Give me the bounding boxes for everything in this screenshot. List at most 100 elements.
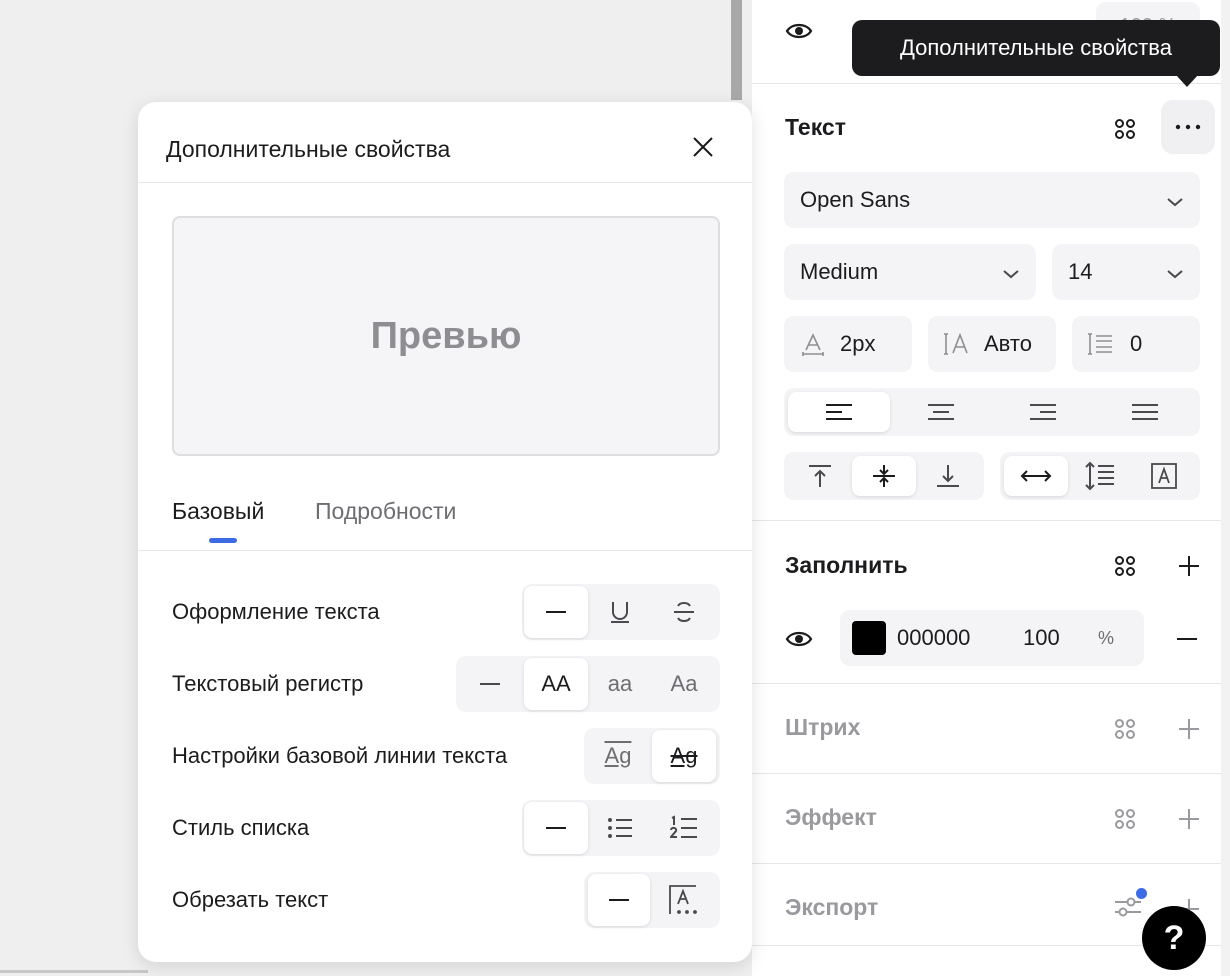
letter-spacing-value: 2px [840,331,876,356]
divider [752,863,1221,864]
tooltip-text: Дополнительные свойства [900,35,1172,60]
align-center-button[interactable] [890,392,992,432]
line-height-icon [942,331,970,357]
align-right-button[interactable] [992,392,1094,432]
fill-opacity-value[interactable]: 100 [1023,625,1060,651]
align-bottom-button[interactable] [916,456,980,496]
letter-spacing-icon [800,331,826,357]
auto-width-button[interactable] [1004,456,1068,496]
more-options-button[interactable] [1161,100,1215,154]
tab-details[interactable]: Подробности [315,498,456,525]
truncate-ellipsis-icon[interactable] [652,874,716,926]
divider [752,773,1221,774]
advanced-properties-dialog: Дополнительные свойства Превью Базовый П… [138,102,752,962]
export-section-title: Экспорт [785,894,879,920]
fixed-size-button[interactable] [1132,456,1196,496]
preview-text: Превью [370,314,522,357]
baseline-label: Настройки базовой линии текста [172,743,508,768]
truncate-label: Обрезать текст [172,887,329,912]
layer-visibility-eye-icon[interactable] [784,16,814,46]
decoration-none-button[interactable] [524,586,588,638]
add-stroke-plus-icon[interactable] [1174,714,1204,744]
stroke-section-title: Штрих [785,714,861,740]
font-weight-select[interactable]: Medium [784,244,1036,300]
case-title-button[interactable]: Aa [652,658,716,710]
baseline-normal-label: Ag [604,743,632,768]
list-none-button[interactable] [524,802,588,854]
tooltip: Дополнительные свойства [852,20,1220,76]
baseline-strike-button[interactable]: Ag [652,730,716,782]
add-effect-plus-icon[interactable] [1174,804,1204,834]
export-settings-sliders-icon[interactable] [1108,886,1148,926]
list-style-group [522,800,720,856]
truncate-group [584,872,720,928]
text-styles-component-icon[interactable] [1110,114,1140,144]
tab-basic[interactable]: Базовый [172,498,264,525]
fill-section-title: Заполнить [785,552,908,578]
line-height-value: Авто [984,331,1032,356]
text-case-label: Текстовый регистр [172,671,364,696]
font-family-value: Open Sans [800,187,911,212]
divider [138,550,752,551]
canvas-bottom-edge [0,970,148,973]
fill-opacity-percent: % [1098,628,1115,648]
case-none-button[interactable] [458,658,522,710]
close-icon[interactable] [688,132,718,162]
tooltip-arrow [1176,75,1198,87]
font-size-value: 14 [1068,259,1093,284]
chevron-down-icon [1166,187,1184,213]
align-justify-button[interactable] [1094,392,1196,432]
divider [752,83,1221,84]
baseline-strike-label: Ag [670,743,698,768]
line-height-field[interactable]: Авто [928,316,1056,372]
fill-color-field[interactable]: 000000 100 % [840,610,1144,666]
bulleted-list-icon[interactable] [588,802,652,854]
text-case-group: AA aa Aa [456,656,720,712]
effect-styles-component-icon[interactable] [1110,804,1140,834]
text-decoration-group [522,584,720,640]
text-align-group [784,388,1200,436]
fill-visibility-eye-icon[interactable] [784,624,814,654]
font-size-select[interactable]: 14 [1052,244,1200,300]
properties-panel: 100 % Текст Open Sans Medium 14 2px Авто… [752,0,1230,976]
paragraph-spacing-value: 0 [1130,331,1143,356]
auto-height-button[interactable] [1068,456,1132,496]
case-lower-button[interactable]: aa [588,658,652,710]
export-notification-dot [1136,888,1147,899]
fill-color-swatch[interactable] [852,621,886,655]
case-upper-button[interactable]: AA [524,658,588,710]
baseline-group: Ag Ag [584,728,720,784]
add-fill-plus-icon[interactable] [1174,551,1204,581]
divider [752,520,1221,521]
align-top-button[interactable] [788,456,852,496]
paragraph-spacing-field[interactable]: 0 [1072,316,1200,372]
fill-styles-component-icon[interactable] [1110,551,1140,581]
chevron-down-icon [1002,259,1020,285]
text-preview: Превью [172,216,720,456]
text-section-title: Текст [785,114,846,140]
fill-hex-value[interactable]: 000000 [897,625,970,651]
list-style-label: Стиль списка [172,815,310,840]
strikethrough-icon[interactable] [652,586,716,638]
numbered-list-icon[interactable] [652,802,716,854]
active-tab-indicator [209,538,237,543]
divider [138,182,752,183]
underline-icon[interactable] [588,586,652,638]
canvas-scrollbar[interactable] [731,0,742,100]
panel-scrollbar[interactable] [1221,0,1230,976]
truncate-none-button[interactable] [588,874,650,926]
vertical-align-group [784,452,984,500]
paragraph-spacing-icon [1086,331,1114,357]
text-decoration-label: Оформление текста [172,599,380,624]
letter-spacing-field[interactable]: 2px [784,316,912,372]
align-left-button[interactable] [788,392,890,432]
align-middle-button[interactable] [852,456,916,496]
help-button[interactable]: ? [1142,906,1206,970]
remove-fill-minus-icon[interactable] [1172,624,1202,654]
chevron-down-icon [1166,259,1184,285]
stroke-styles-component-icon[interactable] [1110,714,1140,744]
baseline-normal-button[interactable]: Ag [586,730,650,782]
effect-section-title: Эффект [785,804,877,830]
text-resize-group [1000,452,1200,500]
font-family-select[interactable]: Open Sans [784,172,1200,228]
